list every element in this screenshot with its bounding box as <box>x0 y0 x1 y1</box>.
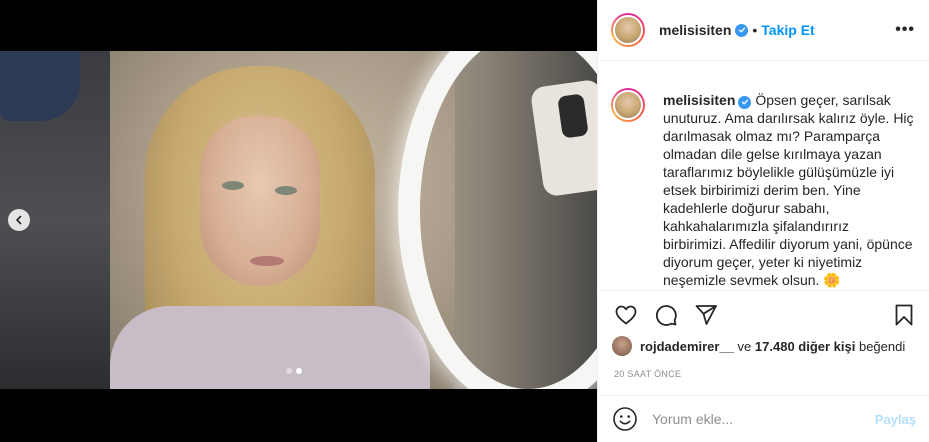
post-comment-button[interactable]: Paylaş <box>875 412 916 427</box>
emoji-icon[interactable] <box>612 406 638 432</box>
verified-badge-icon <box>735 23 749 37</box>
post-header: melisisiten • Takip Et ••• <box>598 0 929 61</box>
author-username[interactable]: melisisiten <box>659 22 731 38</box>
likes-conjunction: ve <box>733 338 755 354</box>
caption-section: melisisiten Öpsen geçer, sarılsak unuturu… <box>598 72 929 290</box>
post-photo[interactable] <box>0 51 597 389</box>
comment-bar: Paylaş <box>598 395 929 442</box>
avatar <box>613 90 643 120</box>
send-icon <box>695 304 717 325</box>
comment-button[interactable] <box>652 301 680 329</box>
likes-count[interactable]: 17.480 diğer kişi <box>755 339 855 354</box>
heart-icon <box>615 305 637 324</box>
likes-summary: rojdademirer__ ve 17.480 diğer kişi beğe… <box>612 336 905 356</box>
carousel-dot <box>286 368 292 374</box>
photo-eye <box>222 181 244 190</box>
photo-subject-shirt <box>110 306 430 389</box>
post-media <box>0 0 597 442</box>
author-avatar[interactable] <box>611 13 645 47</box>
avatar <box>613 15 643 45</box>
photo-mouth <box>250 256 284 266</box>
carousel-prev-button[interactable] <box>8 209 30 231</box>
post-sidebar: melisisiten • Takip Et ••• melisisiten Öp… <box>597 0 929 442</box>
share-button[interactable] <box>692 301 720 329</box>
action-bar <box>598 290 929 338</box>
photo-eye <box>275 186 297 195</box>
bookmark-icon <box>895 304 913 325</box>
verified-badge-icon <box>738 95 752 109</box>
header-separator: • <box>752 22 758 38</box>
carousel-indicator <box>286 368 302 374</box>
caption-username[interactable]: melisisiten <box>663 92 735 108</box>
chevron-left-icon <box>16 215 22 225</box>
carousel-dot-active <box>296 368 302 374</box>
post-caption: melisisiten Öpsen geçer, sarılsak unuturu… <box>663 91 915 290</box>
caption-text: Öpsen geçer, sarılsak unuturuz. Ama darı… <box>663 92 914 288</box>
save-button[interactable] <box>890 301 918 329</box>
likes-suffix: beğendi <box>855 338 906 354</box>
caption-avatar[interactable] <box>611 88 645 122</box>
post-timestamp[interactable]: 20 SAAT ÖNCE <box>614 369 681 379</box>
liker-avatar[interactable] <box>612 336 632 356</box>
comment-icon <box>655 304 677 326</box>
comment-input[interactable] <box>652 411 875 427</box>
like-button[interactable] <box>612 301 640 329</box>
more-options-button[interactable]: ••• <box>895 21 915 39</box>
follow-button[interactable]: Takip Et <box>761 22 814 38</box>
liker-username[interactable]: rojdademirer__ <box>640 339 734 354</box>
